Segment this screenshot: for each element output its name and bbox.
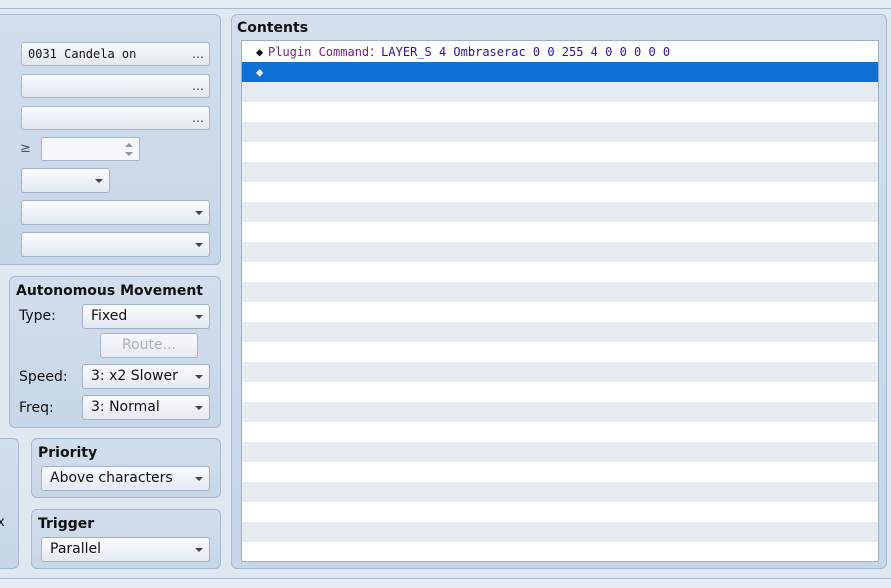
switch2-field[interactable]: … — [21, 74, 210, 98]
speed-label: Speed: — [19, 369, 68, 385]
empty-row[interactable] — [242, 522, 878, 542]
command-args: LAYER_S 4 Ombraserac 0 0 255 4 0 0 0 0 0 — [381, 45, 671, 59]
empty-row[interactable] — [242, 122, 878, 142]
chevron-down-icon[interactable] — [125, 152, 133, 156]
trigger-title: Trigger — [38, 516, 95, 532]
priority-select[interactable]: Above characters — [41, 466, 210, 491]
chevron-down-icon — [95, 179, 103, 183]
conditions-panel: 0031 Candela on … … … ≥ — [0, 14, 221, 265]
priority-title: Priority — [38, 445, 98, 461]
options-panel: x — [0, 438, 19, 569]
more-icon[interactable]: … — [192, 43, 204, 65]
diamond-icon: ◆ — [256, 45, 264, 59]
empty-row[interactable] — [242, 442, 878, 462]
command-text: Plugin Command：LAYER_S 4 Ombraserac 0 0 … — [268, 42, 670, 62]
chevron-down-icon — [195, 548, 203, 552]
top-edge — [0, 0, 891, 9]
empty-row[interactable] — [242, 482, 878, 502]
empty-row[interactable] — [242, 322, 878, 342]
chevron-down-icon — [195, 315, 203, 319]
empty-row[interactable] — [242, 302, 878, 322]
command-separator: ： — [369, 45, 382, 59]
cut-label: x — [0, 515, 5, 530]
event-command-list[interactable]: ◆ Plugin Command：LAYER_S 4 Ombraserac 0 … — [241, 40, 879, 562]
empty-row[interactable] — [242, 242, 878, 262]
autonomous-movement-title: Autonomous Movement — [16, 283, 203, 299]
empty-row[interactable] — [242, 102, 878, 122]
empty-row[interactable] — [242, 542, 878, 561]
empty-row[interactable] — [242, 382, 878, 402]
type-label: Type: — [19, 308, 56, 324]
speed-select[interactable]: 3: x2 Slower — [82, 364, 210, 389]
item-select[interactable] — [21, 200, 210, 225]
empty-row[interactable] — [242, 402, 878, 422]
chevron-down-icon — [195, 477, 203, 481]
variable-number-stepper[interactable] — [41, 137, 140, 161]
actor-select[interactable] — [21, 232, 210, 257]
contents-title: Contents — [237, 20, 309, 36]
chevron-up-icon[interactable] — [125, 143, 133, 147]
more-icon[interactable]: … — [192, 107, 204, 129]
command-row-selected[interactable]: ◆ — [242, 62, 878, 82]
empty-row[interactable] — [242, 202, 878, 222]
switch1-value: 0031 Candela on — [28, 47, 137, 61]
empty-row[interactable] — [242, 282, 878, 302]
empty-row[interactable] — [242, 262, 878, 282]
empty-row[interactable] — [242, 142, 878, 162]
empty-row[interactable] — [242, 222, 878, 242]
ge-symbol: ≥ — [20, 141, 31, 156]
empty-row[interactable] — [242, 342, 878, 362]
empty-row[interactable] — [242, 462, 878, 482]
command-row[interactable]: ◆ Plugin Command：LAYER_S 4 Ombraserac 0 … — [242, 42, 878, 62]
trigger-panel: Trigger Parallel — [31, 509, 221, 569]
chevron-down-icon — [195, 211, 203, 215]
more-icon[interactable]: … — [192, 75, 204, 97]
self-switch-select[interactable] — [21, 168, 110, 193]
type-select[interactable]: Fixed — [82, 304, 210, 329]
trigger-value: Parallel — [50, 541, 102, 557]
diamond-icon: ◆ — [256, 65, 264, 79]
chevron-down-icon — [195, 243, 203, 247]
empty-row[interactable] — [242, 362, 878, 382]
type-value: Fixed — [91, 308, 128, 324]
empty-row[interactable] — [242, 502, 878, 522]
autonomous-movement-panel: Autonomous Movement Type: Fixed Route...… — [9, 276, 221, 428]
variable-field[interactable]: … — [21, 106, 210, 130]
chevron-down-icon — [195, 375, 203, 379]
priority-value: Above characters — [50, 470, 173, 486]
empty-row[interactable] — [242, 182, 878, 202]
freq-select[interactable]: 3: Normal — [82, 395, 210, 420]
freq-value: 3: Normal — [91, 399, 160, 415]
empty-row[interactable] — [242, 82, 878, 102]
priority-panel: Priority Above characters — [31, 438, 221, 498]
empty-row[interactable] — [242, 422, 878, 442]
chevron-down-icon — [195, 406, 203, 410]
trigger-select[interactable]: Parallel — [41, 537, 210, 562]
speed-value: 3: x2 Slower — [91, 368, 178, 384]
command-name: Plugin Command — [268, 45, 370, 59]
switch1-field[interactable]: 0031 Candela on … — [21, 42, 210, 66]
empty-row[interactable] — [242, 162, 878, 182]
freq-label: Freq: — [19, 400, 54, 416]
route-button[interactable]: Route... — [100, 333, 198, 358]
